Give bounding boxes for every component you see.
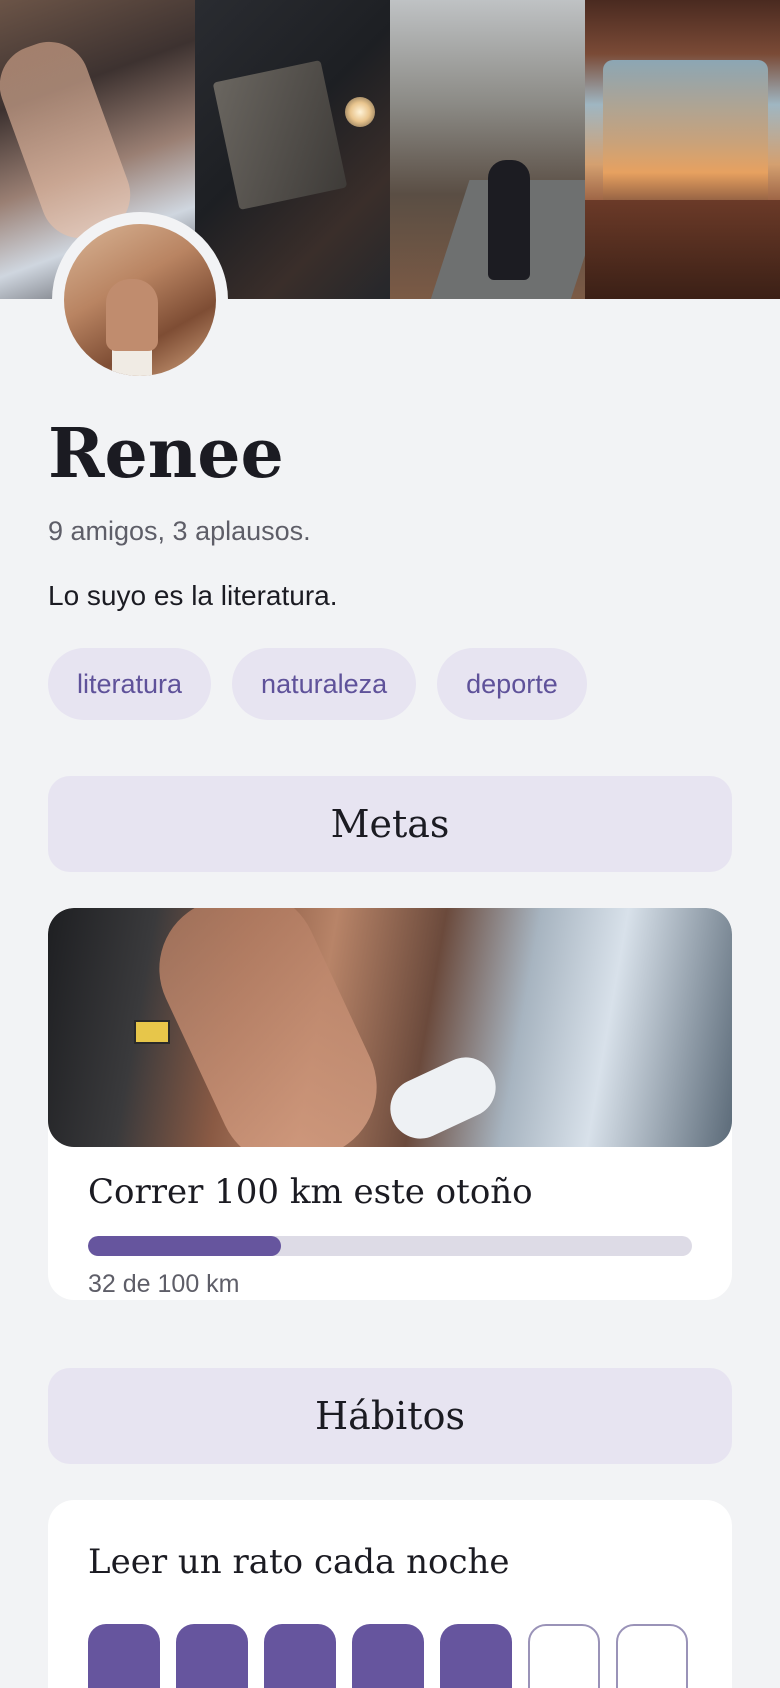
goal-image [48,908,732,1147]
goal-title: Correr 100 km este otoño [88,1172,533,1212]
goal-progress-bar [88,1236,692,1256]
tag-naturaleza[interactable]: naturaleza [232,648,417,720]
habit-day-5[interactable] [440,1624,512,1688]
profile-bio: Lo suyo es la literatura. [48,580,338,611]
header-photo-book [195,0,390,299]
habit-day-tracker [88,1624,688,1688]
avatar[interactable] [64,224,216,376]
profile-name: Renee [48,414,284,494]
habit-day-1[interactable] [88,1624,160,1688]
goal-progress-fill [88,1236,282,1256]
tag-literatura[interactable]: literatura [48,648,212,720]
habit-day-2[interactable] [176,1624,248,1688]
habit-day-6[interactable] [528,1624,600,1688]
avatar-ring [52,212,228,388]
tag-deporte[interactable]: deporte [437,648,587,720]
section-header-metas[interactable]: Metas [48,776,732,872]
habit-day-3[interactable] [264,1624,336,1688]
section-header-habitos[interactable]: Hábitos [48,1368,732,1464]
header-photo-forest-walk [390,0,585,299]
goal-progress-text: 32 de 100 km [88,1270,240,1298]
interest-tags: literatura naturaleza deporte [48,648,587,720]
habit-day-4[interactable] [352,1624,424,1688]
profile-stats[interactable]: 9 amigos, 3 aplausos. [48,516,311,547]
header-photo-car-sunset [585,0,780,299]
goal-card[interactable]: Correr 100 km este otoño 32 de 100 km [48,908,732,1300]
habit-title: Leer un rato cada noche [88,1542,510,1582]
habit-day-7[interactable] [616,1624,688,1688]
habit-card[interactable]: Leer un rato cada noche [48,1500,732,1688]
